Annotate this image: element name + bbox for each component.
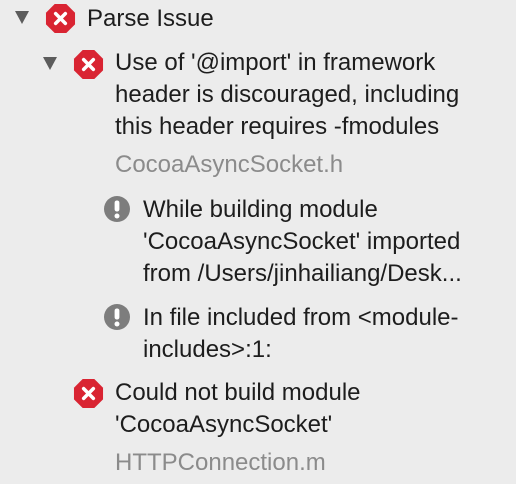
disclosure-triangle-import-issue[interactable]: [43, 57, 57, 70]
issue-message-line: this header requires -fmodules: [115, 113, 440, 140]
issue-file-name[interactable]: HTTPConnection.m: [115, 447, 326, 479]
error-icon: [73, 49, 104, 80]
issue-message-line: Use of '@import' in framework: [115, 49, 436, 76]
note-message-line: includes>:1:: [143, 336, 272, 363]
issue-message-line: header is discouraged, including: [115, 81, 460, 108]
error-icon: [73, 378, 104, 409]
issue-file-name[interactable]: CocoaAsyncSocket.h: [115, 149, 343, 181]
note-message-line: In file included from <module-: [143, 304, 459, 331]
note-message-line: 'CocoaAsyncSocket' imported: [143, 228, 461, 255]
note-icon: [103, 303, 131, 331]
issue-group-title[interactable]: Parse Issue: [87, 3, 214, 35]
note-message-file-included[interactable]: In file included from <module- includes>…: [143, 302, 459, 366]
issue-message-import[interactable]: Use of '@import' in framework header is …: [115, 47, 459, 143]
issue-message-could-not-build[interactable]: Could not build module 'CocoaAsyncSocket…: [115, 377, 361, 441]
issue-message-line: 'CocoaAsyncSocket': [115, 411, 333, 438]
note-message-line: from /Users/jinhailiang/Desk...: [143, 260, 462, 287]
note-message-line: While building module: [143, 196, 378, 223]
error-icon: [45, 3, 76, 34]
note-icon: [103, 195, 131, 223]
note-message-building-module[interactable]: While building module 'CocoaAsyncSocket'…: [143, 194, 462, 290]
disclosure-triangle-parse-issue[interactable]: [15, 11, 29, 24]
issue-message-line: Could not build module: [115, 379, 361, 406]
